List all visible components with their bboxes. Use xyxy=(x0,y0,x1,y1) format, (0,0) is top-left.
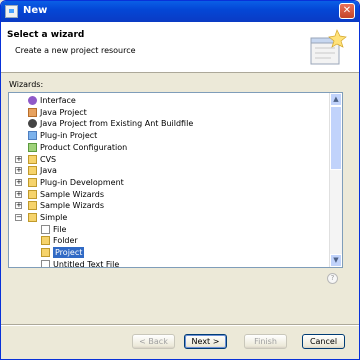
plugin-project-icon xyxy=(28,131,37,141)
tree-item-label: Plug-in Development xyxy=(40,177,124,187)
tree-item-label: Plug-in Project xyxy=(40,131,98,141)
collapse-icon[interactable]: − xyxy=(15,214,22,221)
tree-item-label: Simple xyxy=(40,213,68,222)
ant-icon xyxy=(28,119,37,129)
finish-button[interactable]: Finish xyxy=(244,334,287,349)
scroll-thumb[interactable] xyxy=(330,106,342,170)
wizard-banner-icon xyxy=(310,29,347,65)
vertical-scrollbar[interactable]: ▲ ▼ xyxy=(329,93,342,267)
folder-icon xyxy=(28,189,37,199)
tree-item-label: Project xyxy=(53,247,85,259)
wizard-header: Select a wizard Create a new project res… xyxy=(1,22,359,73)
scroll-up-arrow-icon[interactable]: ▲ xyxy=(330,93,342,106)
wizard-tree[interactable]: Interface Java Project Java Project from E… xyxy=(8,92,343,268)
expand-icon[interactable]: + xyxy=(15,190,22,198)
interface-icon xyxy=(28,96,37,105)
folder-icon xyxy=(41,236,50,246)
wizards-label: Wizards: xyxy=(9,80,44,89)
folder-icon xyxy=(28,201,37,211)
tree-item-label: Sample Wizards xyxy=(40,201,104,211)
window-title: New xyxy=(23,5,48,16)
title-bar[interactable]: New ✕ xyxy=(1,1,359,22)
tree-item-label: Java Project xyxy=(40,107,87,117)
project-icon xyxy=(41,248,50,258)
tree-item-label: Sample Wizards xyxy=(40,189,104,199)
help-icon[interactable]: ? xyxy=(327,273,338,284)
file-icon xyxy=(41,224,50,234)
folder-icon xyxy=(28,166,37,176)
page-description: Create a new project resource xyxy=(15,46,136,55)
next-button[interactable]: Next > xyxy=(184,334,227,349)
back-button[interactable]: < Back xyxy=(132,334,175,349)
tree-item-label: Untitled Text File xyxy=(53,259,120,268)
scroll-down-arrow-icon[interactable]: ▼ xyxy=(330,254,342,267)
tree-item-label: File xyxy=(53,224,67,234)
tree-item-label: Interface xyxy=(40,96,76,105)
folder-icon xyxy=(28,177,37,187)
tree-item-label: CVS xyxy=(40,154,57,164)
expand-icon[interactable]: + xyxy=(15,155,22,163)
tree-item-label: Product Configuration xyxy=(40,142,128,152)
button-separator xyxy=(1,324,359,326)
tree-item-label: Folder xyxy=(53,236,78,246)
tree-item-label: Java Project from Existing Ant Buildfile xyxy=(40,119,194,129)
folder-icon xyxy=(28,154,37,164)
expand-icon[interactable]: + xyxy=(15,178,22,186)
expand-icon[interactable]: + xyxy=(15,167,22,175)
window-icon xyxy=(5,5,18,18)
folder-open-icon xyxy=(28,213,37,222)
tree-item-label: Java xyxy=(40,166,57,176)
cancel-button[interactable]: Cancel xyxy=(302,334,345,349)
java-project-icon xyxy=(28,107,37,117)
text-file-icon xyxy=(41,259,50,267)
close-button[interactable]: ✕ xyxy=(339,3,355,19)
expand-icon[interactable]: + xyxy=(15,202,22,210)
product-config-icon xyxy=(28,142,37,152)
page-title: Select a wizard xyxy=(7,30,85,40)
new-wizard-dialog: New ✕ Select a wizard Create a new proje… xyxy=(0,0,360,360)
